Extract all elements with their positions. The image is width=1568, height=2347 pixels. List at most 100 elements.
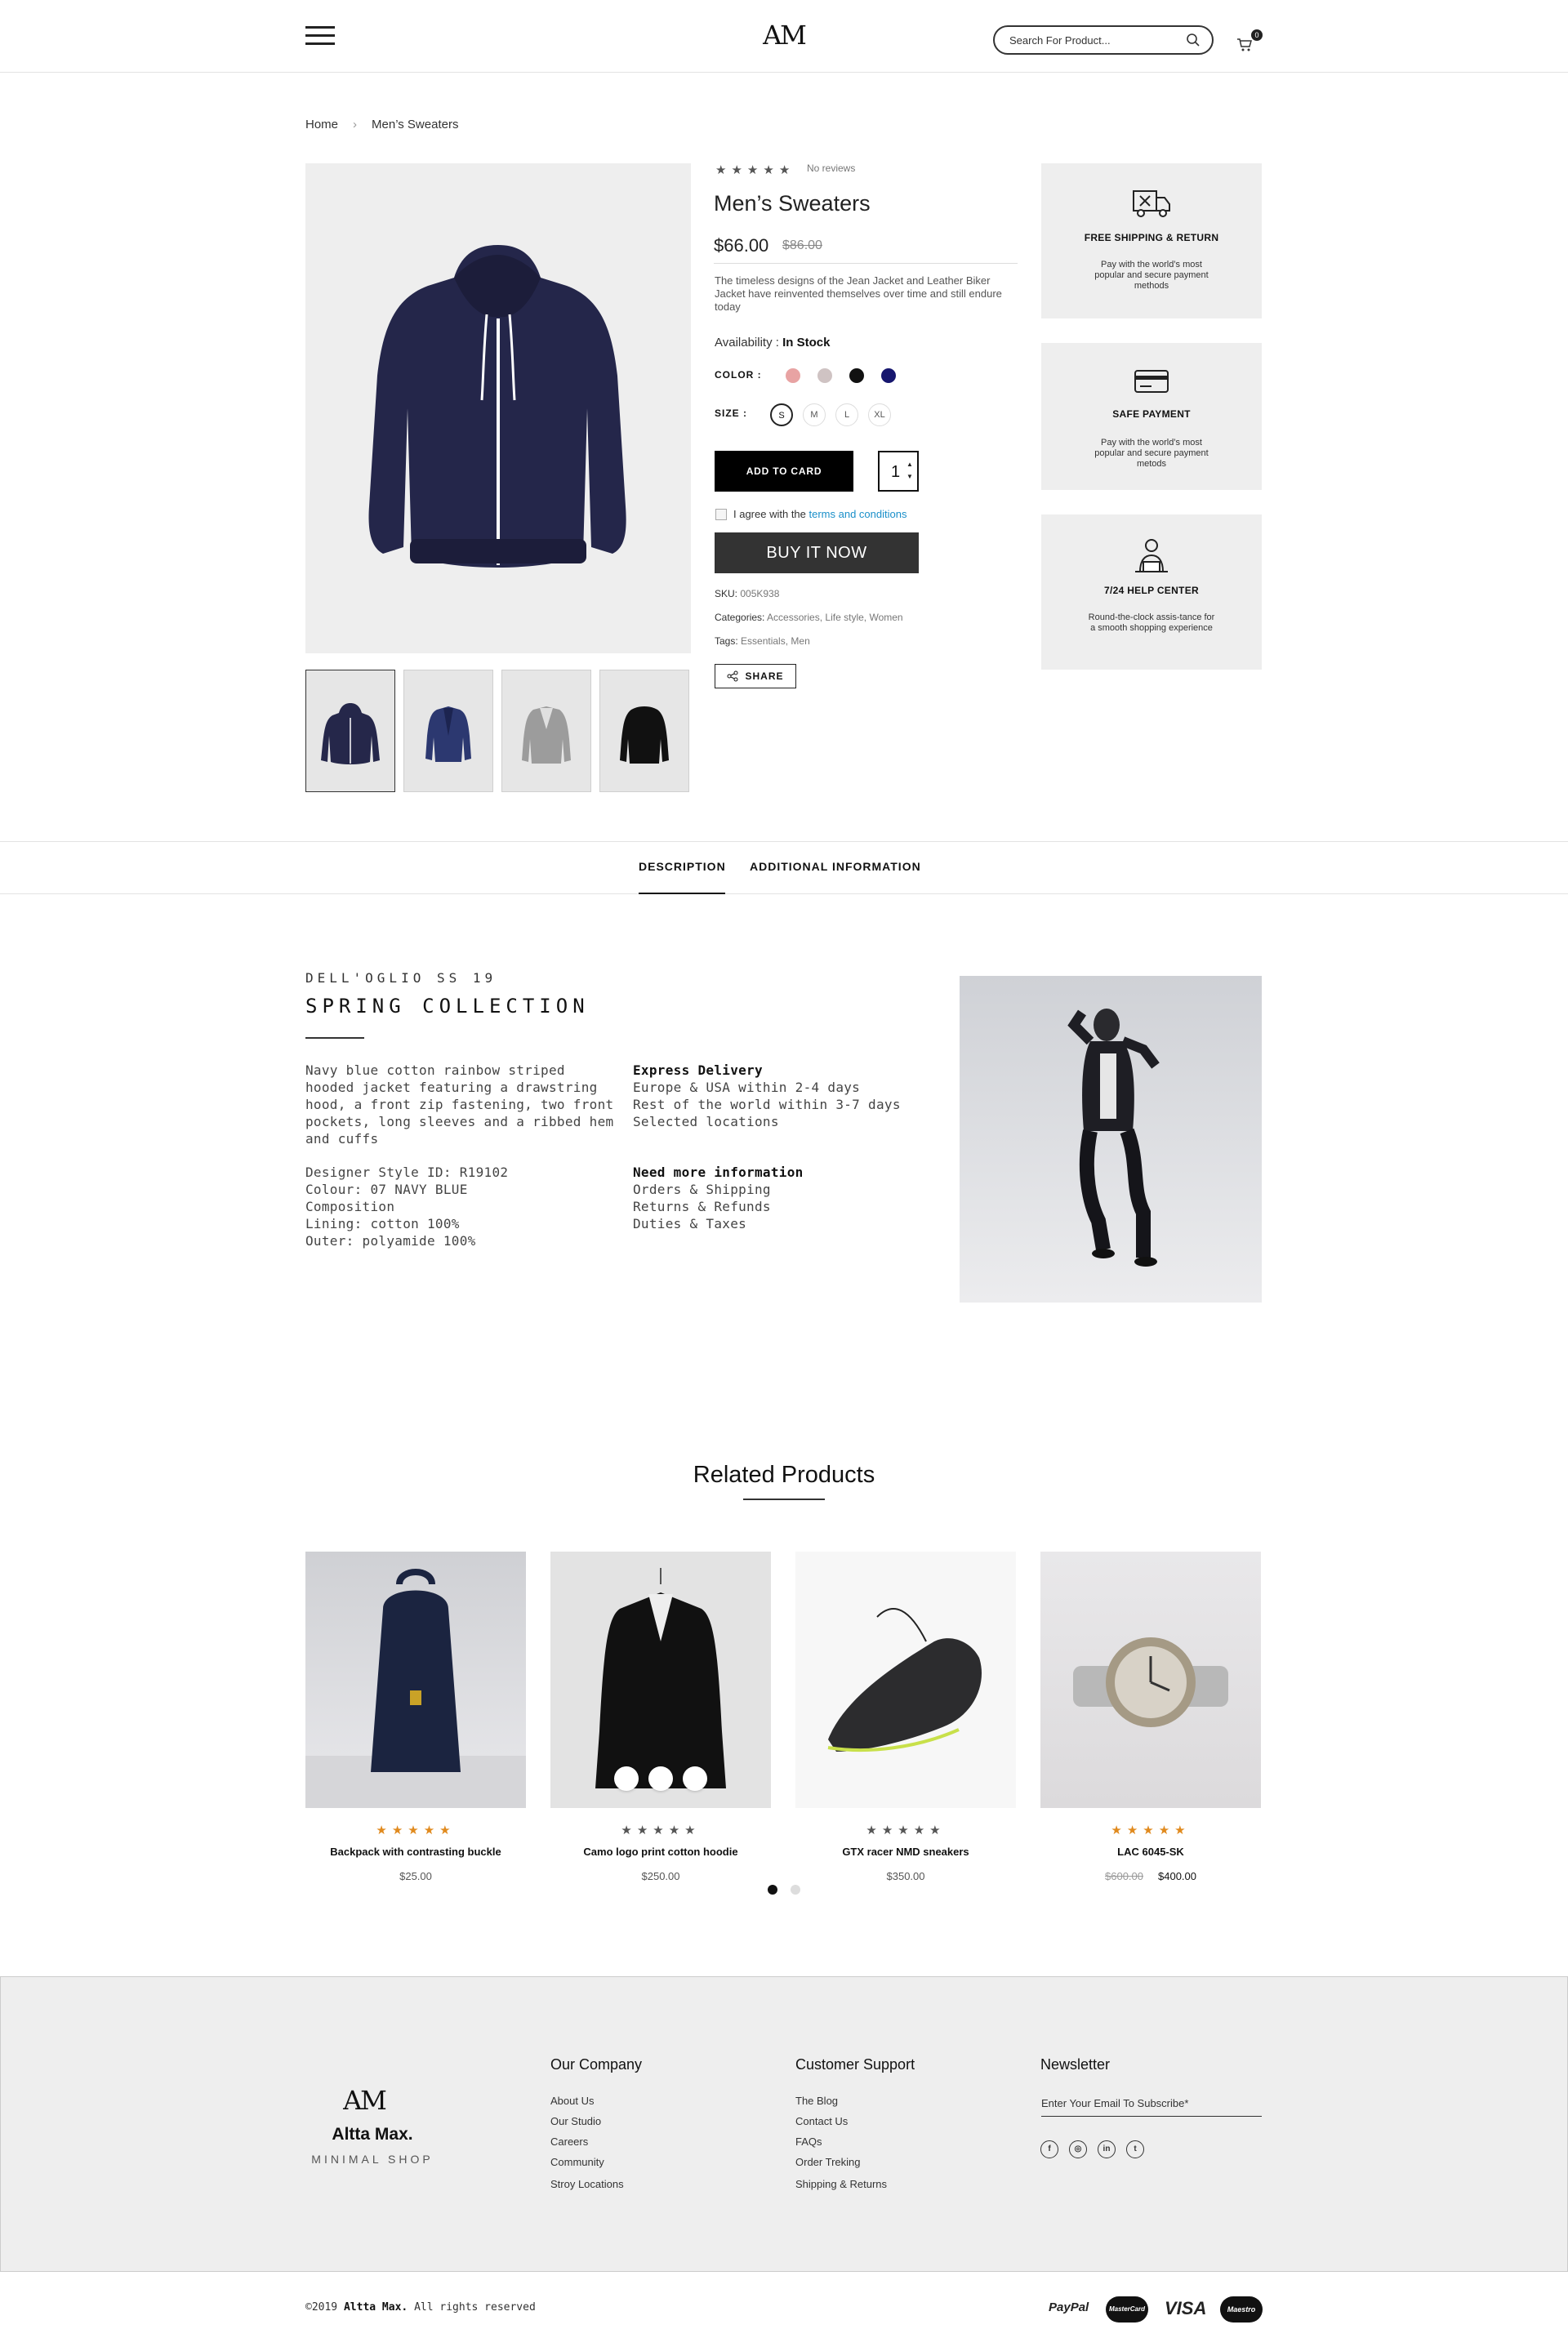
footer-link[interactable]: Careers bbox=[550, 2135, 588, 2148]
tag-link[interactable]: Men bbox=[791, 635, 809, 647]
category-link[interactable]: Women bbox=[869, 612, 902, 623]
related-product-image-3[interactable] bbox=[795, 1552, 1016, 1808]
product-price: $66.00 bbox=[714, 235, 769, 256]
tag-link[interactable]: Essentials bbox=[741, 635, 786, 647]
info-link[interactable]: Orders & Shipping bbox=[633, 1182, 771, 1197]
footer-tagline: MINIMAL SHOP bbox=[311, 2153, 434, 2166]
footer-link[interactable]: Community bbox=[550, 2156, 604, 2168]
color-swatch-navy[interactable] bbox=[881, 368, 896, 383]
support-agent-icon bbox=[1135, 539, 1168, 572]
wishlist-heart-icon[interactable] bbox=[614, 1766, 639, 1791]
product-thumbnail-4[interactable] bbox=[599, 670, 689, 792]
feature-safe-payment: SAFE PAYMENT Pay with the world’s most p… bbox=[1041, 343, 1262, 490]
add-to-cart-bag-icon[interactable] bbox=[648, 1766, 673, 1791]
related-product-name[interactable]: Camo logo print cotton hoodie bbox=[550, 1846, 771, 1858]
footer-link[interactable]: The Blog bbox=[795, 2095, 838, 2107]
related-product-price: $350.00 bbox=[886, 1870, 925, 1882]
product-thumbnail-2[interactable] bbox=[403, 670, 493, 792]
footer-logo[interactable]: AM bbox=[341, 2085, 387, 2118]
related-product-name[interactable]: LAC 6045-SK bbox=[1040, 1846, 1261, 1858]
carousel-dot-active[interactable] bbox=[768, 1885, 777, 1895]
footer-link[interactable]: Stroy Locations bbox=[550, 2178, 624, 2190]
footer-link[interactable]: FAQs bbox=[795, 2135, 822, 2148]
watch-illustration bbox=[1073, 1637, 1228, 1727]
rating-stars: ★ ★ ★ ★ ★ bbox=[715, 163, 790, 177]
terms-link[interactable]: terms and conditions bbox=[809, 508, 907, 520]
divider bbox=[305, 1037, 364, 1039]
info-link[interactable]: Returns & Refunds bbox=[633, 1199, 771, 1214]
product-thumbnail-3[interactable] bbox=[501, 670, 591, 792]
copyright-brand: Altta Max. bbox=[343, 2301, 408, 2314]
search-box[interactable] bbox=[993, 25, 1214, 55]
quick-view-search-icon[interactable] bbox=[683, 1766, 707, 1791]
buy-now-button[interactable]: BUY IT NOW bbox=[715, 532, 919, 573]
site-logo[interactable]: AM bbox=[755, 20, 813, 52]
share-icon bbox=[727, 670, 738, 682]
decrement-icon[interactable]: ▼ bbox=[906, 473, 913, 480]
terms-checkbox[interactable] bbox=[715, 509, 727, 520]
category-link[interactable]: Accessories bbox=[767, 612, 820, 623]
sku-label: SKU: bbox=[715, 588, 738, 599]
hamburger-menu-icon[interactable] bbox=[305, 24, 335, 47]
related-product-name[interactable]: GTX racer NMD sneakers bbox=[795, 1846, 1016, 1858]
facebook-icon[interactable]: f bbox=[1040, 2140, 1058, 2158]
quantity-value[interactable]: 1 bbox=[891, 463, 900, 482]
footer-link[interactable]: Order Treking bbox=[795, 2156, 860, 2168]
color-swatch-beige[interactable] bbox=[817, 368, 832, 383]
divider bbox=[743, 1499, 825, 1500]
product-old-price: $86.00 bbox=[782, 238, 822, 252]
footer-link[interactable]: Contact Us bbox=[795, 2115, 848, 2127]
product-thumbnail-1[interactable] bbox=[305, 670, 395, 792]
reviews-count[interactable]: No reviews bbox=[807, 163, 855, 174]
search-input[interactable] bbox=[1009, 32, 1173, 48]
related-product-price: $25.00 bbox=[399, 1870, 432, 1882]
sneaker-illustration bbox=[827, 1608, 982, 1752]
sku-value: 005K938 bbox=[740, 588, 780, 599]
delivery-line: Rest of the world within 3-7 days bbox=[633, 1097, 901, 1112]
size-option-xl[interactable]: XL bbox=[868, 403, 891, 426]
footer-link[interactable]: Shipping & Returns bbox=[795, 2178, 887, 2190]
cart-count-badge: 0 bbox=[1251, 29, 1263, 41]
quantity-stepper[interactable]: 1 ▲ ▼ bbox=[878, 451, 919, 492]
related-product-old-price: $600.00 bbox=[1105, 1870, 1143, 1882]
site-footer bbox=[0, 1976, 1568, 2272]
model-photo bbox=[960, 976, 1262, 1303]
color-swatch-black[interactable] bbox=[849, 368, 864, 383]
spec-line: Designer Style ID: R19102 bbox=[305, 1165, 509, 1180]
size-option-l[interactable]: L bbox=[835, 403, 858, 426]
twitter-icon[interactable]: t bbox=[1126, 2140, 1144, 2158]
size-option-s[interactable]: S bbox=[770, 403, 793, 426]
tab-description[interactable]: DESCRIPTION bbox=[639, 860, 726, 873]
product-tabs: DESCRIPTION ADDITIONAL INFORMATION bbox=[0, 841, 1568, 894]
star-icon: ★ bbox=[763, 163, 774, 177]
delivery-line: Europe & USA within 2-4 days bbox=[633, 1080, 861, 1095]
footer-link[interactable]: About Us bbox=[550, 2095, 594, 2107]
linkedin-icon[interactable]: in bbox=[1098, 2140, 1116, 2158]
cart-button[interactable]: 0 bbox=[1236, 29, 1263, 54]
category-link[interactable]: Life style bbox=[825, 612, 863, 623]
footer-link[interactable]: Our Studio bbox=[550, 2115, 601, 2127]
carousel-dot[interactable] bbox=[791, 1885, 800, 1895]
related-product-name[interactable]: Backpack with contrasting buckle bbox=[305, 1846, 526, 1858]
collection-kicker: DELL'OGLIO SS 19 bbox=[305, 970, 497, 986]
feature-free-shipping: FREE SHIPPING & RETURN Pay with the worl… bbox=[1041, 163, 1262, 318]
product-description: The timeless designs of the Jean Jacket … bbox=[715, 274, 1002, 313]
info-link[interactable]: Duties & Taxes bbox=[633, 1216, 746, 1231]
search-icon[interactable] bbox=[1186, 33, 1200, 47]
newsletter-email-input[interactable] bbox=[1041, 2091, 1262, 2117]
copyright: ©2019 Altta Max. All rights reserved bbox=[305, 2301, 536, 2314]
product-main-image[interactable] bbox=[305, 163, 691, 653]
color-swatch-pink[interactable] bbox=[786, 368, 800, 383]
size-option-m[interactable]: M bbox=[803, 403, 826, 426]
breadcrumb-home[interactable]: Home bbox=[305, 118, 338, 131]
feature-title: SAFE PAYMENT bbox=[1112, 408, 1191, 420]
related-product-image-1[interactable] bbox=[305, 1552, 526, 1808]
instagram-icon[interactable]: ◎ bbox=[1069, 2140, 1087, 2158]
feature-text: Pay with the world’s most popular and se… bbox=[1094, 260, 1209, 291]
tab-additional-information[interactable]: ADDITIONAL INFORMATION bbox=[750, 860, 921, 873]
share-button[interactable]: SHARE bbox=[715, 664, 796, 688]
feature-title: 7/24 HELP CENTER bbox=[1104, 585, 1199, 596]
increment-icon[interactable]: ▲ bbox=[906, 461, 913, 468]
add-to-card-button[interactable]: ADD TO CARD bbox=[715, 451, 853, 492]
related-product-image-4[interactable] bbox=[1040, 1552, 1261, 1808]
